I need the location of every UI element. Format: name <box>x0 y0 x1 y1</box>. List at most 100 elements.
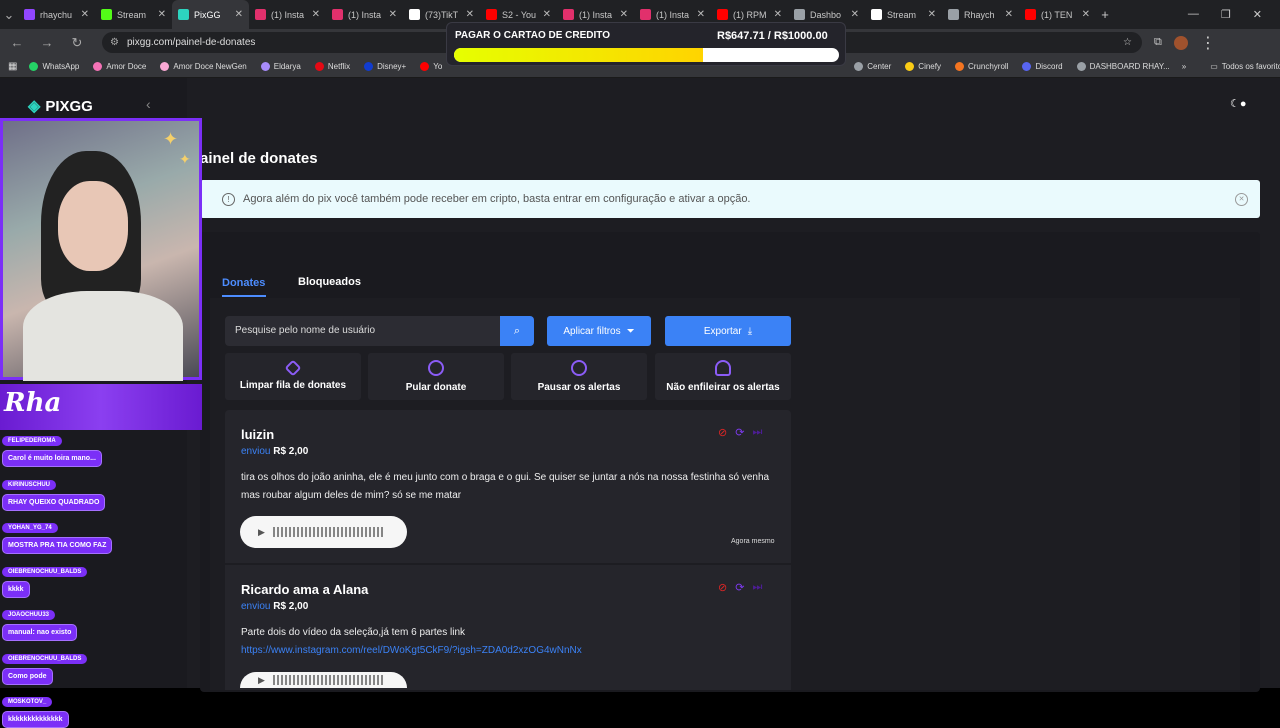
tab-close-icon[interactable]: ✕ <box>81 9 89 20</box>
bookmark-favicon-icon <box>1076 62 1086 71</box>
audio-player[interactable]: ▶ <box>240 516 407 548</box>
bookmark-label: Center <box>867 62 892 71</box>
tab-close-icon[interactable]: ✕ <box>928 9 936 20</box>
donor-name: Ricardo ama a Alana <box>241 582 369 597</box>
apply-filters-button[interactable]: Aplicar filtros ⏷ <box>547 316 651 346</box>
no-queue-alerts-label: Não enfileirar os alertas <box>666 382 780 393</box>
bookmark-item[interactable]: DASHBOARD RHAY... <box>1076 62 1170 71</box>
bookmark-item[interactable]: Disney+ <box>364 62 406 71</box>
browser-tab[interactable]: (1) Insta ✕ <box>326 0 403 29</box>
extensions-icon[interactable]: ⧉ <box>1154 36 1162 49</box>
profile-avatar[interactable] <box>1173 35 1188 50</box>
bookmark-item[interactable]: Amor Doce <box>93 62 146 71</box>
browser-tab[interactable]: Stream ✕ <box>95 0 172 29</box>
browser-tab[interactable]: (1) Insta ✕ <box>249 0 326 29</box>
bookmarks-overflow-icon[interactable]: » <box>1182 62 1186 71</box>
chat-username: JOAOCHUU33 <box>2 610 56 620</box>
bookmark-item[interactable]: Netflix <box>314 62 350 71</box>
skip-donate-button[interactable]: Pular donate <box>368 353 504 400</box>
bookmark-item[interactable]: WhatsApp <box>29 62 79 71</box>
apps-icon[interactable]: ▦ <box>8 61 17 72</box>
tab-close-icon[interactable]: ✕ <box>697 9 705 20</box>
forward-icon[interactable]: → <box>38 35 56 50</box>
browser-tab[interactable]: PixGG ✕ <box>172 0 249 29</box>
tab-search-icon[interactable]: ⌄ <box>0 7 18 23</box>
tab-close-icon[interactable]: ✕ <box>774 9 782 20</box>
bookmark-label: Disney+ <box>377 62 407 71</box>
search-input[interactable]: Pesquise pelo nome de usuário <box>225 316 501 346</box>
block-icon[interactable]: ⊘ <box>718 426 727 439</box>
search-button[interactable]: ⌕ <box>500 316 534 346</box>
theme-toggle-icon[interactable]: ☾● <box>1230 97 1247 110</box>
tab-close-icon[interactable]: ✕ <box>543 9 551 20</box>
bookmark-star-icon[interactable]: ☆ <box>1123 37 1132 48</box>
tab-favicon-icon <box>24 9 35 20</box>
back-icon[interactable]: ← <box>8 35 26 50</box>
browser-tab[interactable]: rhaychu ✕ <box>18 0 95 29</box>
donation-amount: R$ 2,00 <box>273 601 309 612</box>
tab-close-icon[interactable]: ✕ <box>1082 9 1090 20</box>
bookmark-favicon-icon <box>29 62 39 71</box>
bookmark-item[interactable]: Discord <box>1022 62 1063 71</box>
play-icon[interactable]: ▶ <box>258 527 265 538</box>
goal-amount: R$647.71 / R$1000.00 <box>717 30 828 42</box>
tab-close-icon[interactable]: ✕ <box>466 9 474 20</box>
tab-close-icon[interactable]: ✕ <box>620 9 628 20</box>
tab-close-icon[interactable]: ✕ <box>235 9 243 20</box>
reload-icon[interactable]: ↻ <box>68 35 86 51</box>
bookmark-item[interactable]: Center <box>854 62 891 71</box>
bookmark-favicon-icon <box>420 62 430 71</box>
donation-link[interactable]: https://www.instagram.com/reel/DWoKgt5Ck… <box>241 645 582 656</box>
donation-message: tira os olhos do joão aninha, ele é meu … <box>241 472 770 501</box>
collapse-sidebar-icon[interactable]: ‹ <box>146 96 151 112</box>
waveform[interactable] <box>272 527 385 537</box>
bookmark-item[interactable]: Crunchyroll <box>954 62 1008 71</box>
bookmark-item[interactable]: Amor Doce NewGen <box>160 62 247 71</box>
tab-title: (1) RPM <box>733 9 767 20</box>
site-info-icon[interactable]: ⚙ <box>110 37 119 48</box>
bookmarks-right: Center Cinefy Crunchyroll Discord DASHBOARD … <box>854 62 1170 71</box>
tab-favicon-icon <box>486 9 497 20</box>
close-window-icon[interactable]: ✕ <box>1253 8 1262 21</box>
all-favorites[interactable]: ▭ Todos os favoritos <box>1210 62 1280 71</box>
tab-favicon-icon <box>948 9 959 20</box>
minimize-icon[interactable]: — <box>1188 8 1199 21</box>
browser-tab[interactable]: Rhaych ✕ <box>942 0 1019 29</box>
tab-close-icon[interactable]: ✕ <box>158 9 166 20</box>
notice-close-icon[interactable]: ✕ <box>1235 192 1248 206</box>
skip-small-icon[interactable]: ⏭ <box>752 581 762 594</box>
tab-donates[interactable]: Donates <box>222 277 267 297</box>
tab-close-icon[interactable]: ✕ <box>312 9 320 20</box>
tab-bloqueados[interactable]: Bloqueados <box>298 276 361 288</box>
bookmark-item[interactable]: Yo <box>420 62 442 71</box>
block-icon[interactable]: ⊘ <box>718 581 727 594</box>
bookmarks-left: WhatsApp Amor Doce Amor Doce NewGen Eldarya… <box>29 62 442 71</box>
tab-close-icon[interactable]: ✕ <box>851 9 859 20</box>
clear-queue-button[interactable]: Limpar fila de donates <box>225 353 361 400</box>
play-icon[interactable]: ▶ <box>258 675 265 686</box>
replay-icon[interactable]: ⟳ <box>735 581 744 594</box>
new-tab-button[interactable]: + <box>1096 7 1114 22</box>
export-button[interactable]: Exportar ⤓ <box>665 316 791 346</box>
bookmark-item[interactable]: Cinefy <box>905 62 941 71</box>
donation-amount-line: enviou R$ 2,00 <box>241 601 308 612</box>
audio-player[interactable]: ▶ <box>240 672 407 688</box>
replay-icon[interactable]: ⟳ <box>735 426 744 439</box>
donation-amount-line: enviou R$ 2,00 <box>241 446 308 457</box>
no-queue-alerts-button[interactable]: Não enfileirar os alertas <box>655 353 791 400</box>
chat-text: Carol é muito loira mano... <box>2 450 102 467</box>
maximize-icon[interactable]: ❐ <box>1221 8 1231 21</box>
waveform[interactable] <box>272 675 385 685</box>
browser-tab[interactable]: (1) TEN ✕ <box>1019 0 1096 29</box>
bell-off-icon <box>715 360 731 376</box>
tab-close-icon[interactable]: ✕ <box>389 9 397 20</box>
skip-small-icon[interactable]: ⏭ <box>752 426 762 439</box>
tab-close-icon[interactable]: ✕ <box>1005 9 1013 20</box>
bookmark-item[interactable]: Eldarya <box>260 62 301 71</box>
pixgg-logo[interactable]: ◈ PIXGG <box>28 96 93 116</box>
chat-username: YOHAN_YG_74 <box>2 523 58 533</box>
menu-icon[interactable]: ⋮ <box>1200 33 1216 53</box>
pause-alerts-button[interactable]: Pausar os alertas <box>511 353 647 400</box>
browser-tab[interactable]: Stream ✕ <box>865 0 942 29</box>
donation-amount: R$ 2,00 <box>273 446 309 457</box>
